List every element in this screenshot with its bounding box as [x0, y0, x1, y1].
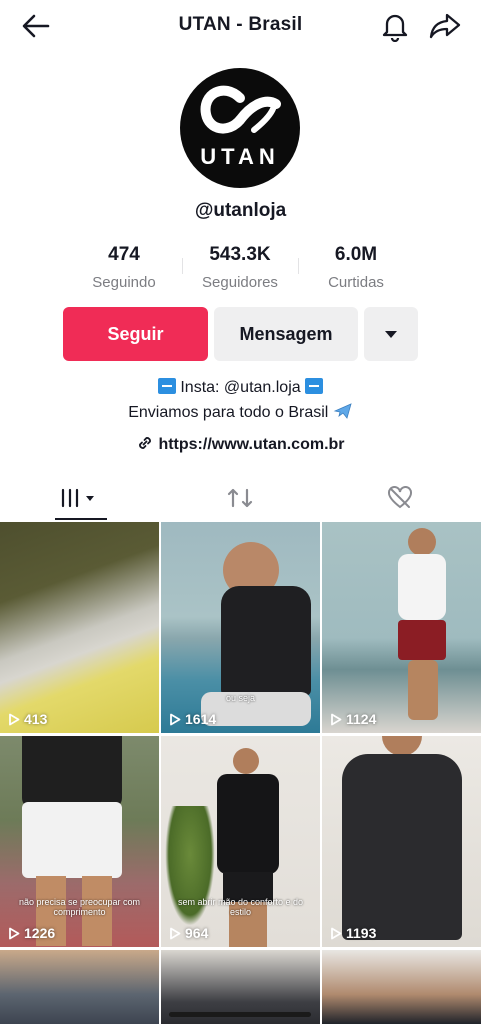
view-count-text: 1193: [346, 925, 377, 941]
link-url: https://www.utan.com.br: [158, 436, 345, 453]
home-indicator: [169, 1012, 311, 1017]
view-count-text: 413: [24, 711, 48, 727]
person-figure: [382, 736, 422, 756]
stat-value: 543.3K: [209, 244, 271, 265]
play-icon: [9, 713, 20, 725]
profile-link[interactable]: https://www.utan.com.br: [0, 434, 481, 454]
person-legs: [408, 660, 438, 720]
person-tank-top: [398, 554, 446, 620]
bio-text: Enviamos para todo o Brasil: [128, 404, 329, 421]
more-options-button[interactable]: [364, 307, 418, 361]
view-count-text: 1226: [24, 925, 56, 941]
video-thumbnail[interactable]: 1193: [322, 736, 481, 947]
message-button[interactable]: Mensagem: [214, 307, 358, 361]
tab-liked[interactable]: [320, 476, 480, 520]
bell-icon[interactable]: [380, 10, 410, 42]
content-tabs: [0, 476, 481, 520]
tab-videos[interactable]: [0, 476, 160, 520]
utan-logo-icon: [200, 85, 281, 134]
view-count: 413: [8, 711, 47, 727]
person-figure: [233, 748, 259, 774]
person-shirt: [342, 754, 462, 940]
bio-line-2: Enviamos para todo o Brasil: [0, 402, 481, 422]
stat-label: Seguindo: [92, 274, 156, 291]
person-shorts: [398, 620, 446, 660]
link-icon: [139, 437, 152, 449]
bio-line-1: Insta: @utan.loja: [0, 378, 481, 397]
view-count-text: 1614: [185, 711, 217, 727]
follow-button[interactable]: Seguir: [63, 307, 208, 361]
stat-divider: [298, 258, 299, 274]
stat-value: 6.0M: [334, 244, 378, 265]
stat-divider: [182, 258, 183, 274]
view-count: 1193: [330, 925, 376, 941]
view-count-text: 1124: [346, 711, 377, 727]
video-thumbnail[interactable]: sem abrir mão do conforto e do estilo 96…: [161, 736, 320, 947]
grid-icon: [61, 488, 94, 508]
view-count: 1614: [169, 711, 216, 727]
video-thumbnail[interactable]: não precisa se preocupar com comprimento…: [0, 736, 159, 947]
play-icon: [170, 927, 181, 939]
avatar-logo-text: UTAN: [200, 144, 280, 169]
video-caption: não precisa se preocupar com comprimento: [18, 897, 141, 917]
video-thumbnail[interactable]: [0, 950, 159, 1024]
bio-text: Insta: @utan.loja: [180, 379, 301, 396]
stat-likes[interactable]: 6.0M Curtidas: [296, 244, 416, 291]
person-shirt: [22, 736, 122, 808]
username: @utanloja: [194, 200, 287, 221]
person-shorts: [22, 802, 122, 878]
share-icon[interactable]: [428, 10, 462, 42]
person-jacket: [217, 774, 279, 874]
avatar[interactable]: UTAN: [180, 68, 300, 188]
view-count: 1124: [330, 711, 376, 727]
stat-label: Curtidas: [328, 274, 384, 291]
airplane-emoji-icon: [333, 403, 352, 419]
play-icon: [9, 927, 20, 939]
profile-stats: 474 Seguindo 543.3K Seguidores 6.0M Curt…: [0, 244, 481, 294]
video-thumbnail[interactable]: [322, 950, 481, 1024]
stat-following[interactable]: 474 Seguindo: [64, 244, 184, 291]
top-bar: UTAN - Brasil: [0, 0, 481, 52]
play-icon: [331, 713, 342, 725]
person-figure: [408, 528, 436, 556]
liked-hidden-icon: [388, 486, 412, 509]
play-icon: [331, 927, 342, 939]
video-thumbnail[interactable]: 413: [0, 522, 159, 733]
video-caption: sem abrir mão do conforto e do estilo: [177, 897, 304, 917]
view-count: 1226: [8, 925, 55, 941]
active-tab-indicator: [55, 518, 107, 520]
right-arrow-emoji-icon: [157, 378, 176, 394]
video-caption: ou seja: [225, 693, 256, 703]
stat-followers[interactable]: 543.3K Seguidores: [180, 244, 300, 291]
video-thumbnail[interactable]: ou seja 1614: [161, 522, 320, 733]
video-thumbnail[interactable]: 1124: [322, 522, 481, 733]
video-grid: 413 ou seja 1614 1124 não precisa se pre…: [0, 522, 481, 1024]
stat-value: 474: [108, 244, 140, 265]
tab-reposts[interactable]: [160, 476, 320, 520]
repost-icon: [227, 488, 253, 508]
left-arrow-emoji-icon: [305, 378, 324, 394]
stat-label: Seguidores: [202, 274, 278, 291]
caret-down-icon: [385, 330, 397, 338]
view-count-text: 964: [185, 925, 209, 941]
person-shirt: [221, 586, 311, 696]
play-icon: [170, 713, 181, 725]
view-count: 964: [169, 925, 208, 941]
